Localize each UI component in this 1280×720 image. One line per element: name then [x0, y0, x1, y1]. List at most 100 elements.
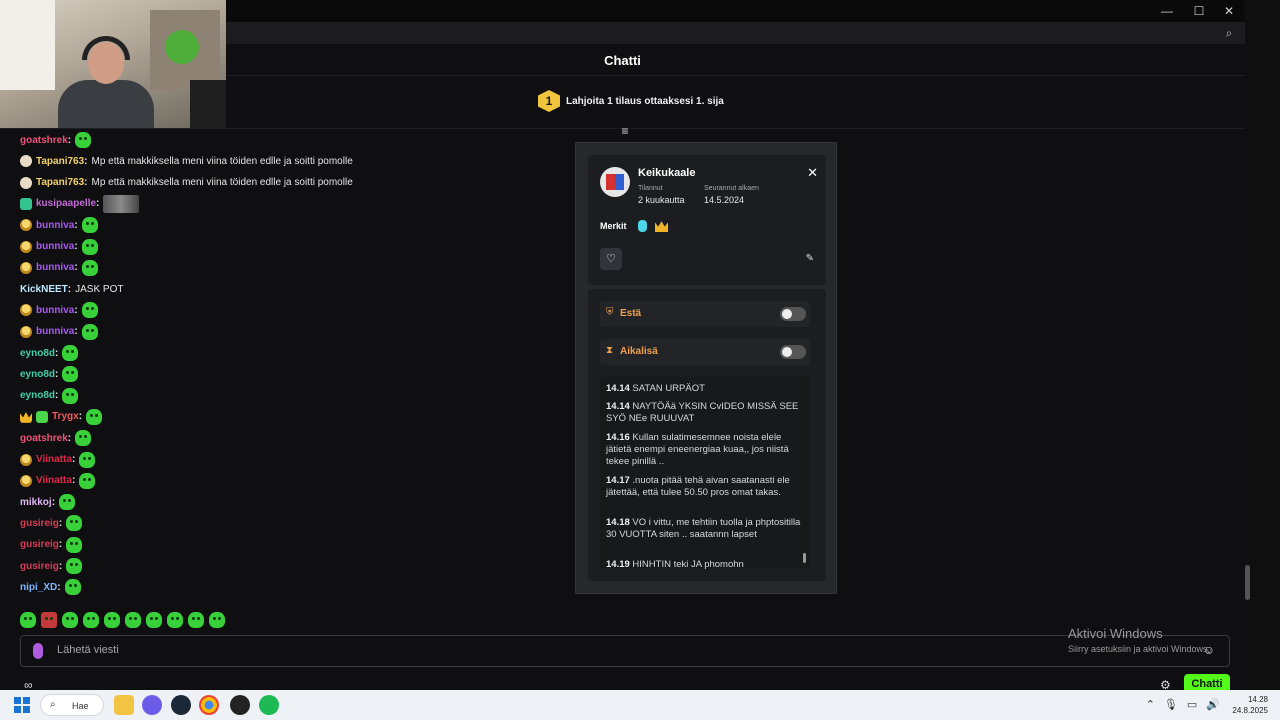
- emote-image[interactable]: [59, 494, 76, 511]
- microphone-tray-icon[interactable]: 🎙: [1164, 698, 1178, 711]
- emote-image[interactable]: [62, 387, 79, 404]
- emote-image[interactable]: [75, 430, 92, 447]
- emote-image[interactable]: [64, 579, 81, 596]
- chat-username[interactable]: eyno8d: [20, 348, 55, 359]
- block-toggle[interactable]: [780, 307, 806, 321]
- chat-username[interactable]: goatshrek: [20, 135, 68, 146]
- chat-username[interactable]: eyno8d: [20, 369, 55, 380]
- emote-button[interactable]: [125, 612, 141, 628]
- cup-badge-icon[interactable]: [20, 155, 32, 168]
- chat-username[interactable]: Viinatta: [36, 454, 72, 465]
- chat-username[interactable]: bunniva: [36, 326, 74, 337]
- chat-username[interactable]: eyno8d: [20, 390, 55, 401]
- log-time: 14.16: [606, 432, 630, 443]
- chat-username[interactable]: Viinatta: [36, 475, 72, 486]
- emote-image[interactable]: [75, 132, 92, 148]
- microphone-icon[interactable]: [33, 643, 43, 659]
- sub-badge-icon[interactable]: [20, 453, 32, 466]
- steam-icon[interactable]: [171, 695, 191, 715]
- file-explorer-icon[interactable]: [114, 695, 134, 715]
- emote-image[interactable]: [66, 536, 83, 553]
- log-scrollbar[interactable]: [803, 553, 806, 563]
- chevron-up-icon[interactable]: ⌃: [1146, 698, 1155, 711]
- chat-username[interactable]: Tapani763: [36, 156, 84, 167]
- sub-badge-icon[interactable]: [20, 304, 32, 317]
- page-scrollbar[interactable]: [1245, 565, 1250, 600]
- gift-badge-icon[interactable]: [20, 197, 32, 210]
- emote-button[interactable]: [188, 612, 204, 628]
- emote-button[interactable]: [167, 612, 183, 628]
- chat-input-placeholder[interactable]: Lähetä viesti: [57, 644, 119, 656]
- log-entry: 14.14 SATAN URPÄOT: [606, 383, 802, 395]
- chat-username[interactable]: KickNEET: [20, 284, 68, 295]
- emote-image[interactable]: [81, 217, 98, 234]
- emote-button[interactable]: [209, 612, 225, 628]
- emote-image[interactable]: [79, 472, 96, 489]
- chat-input-box[interactable]: Lähetä viesti ☺: [20, 635, 1230, 667]
- sub-badge-icon[interactable]: [20, 325, 32, 338]
- network-icon[interactable]: ▭: [1187, 698, 1197, 711]
- chat-separator: :: [51, 496, 56, 508]
- windows-start-icon[interactable]: [14, 697, 30, 713]
- close-icon[interactable]: ✕: [807, 165, 818, 181]
- mod-tools-icon[interactable]: ✎: [806, 253, 814, 264]
- emote-image[interactable]: [79, 451, 96, 468]
- emote-image[interactable]: [81, 259, 98, 276]
- crown-badge-icon[interactable]: [20, 412, 32, 423]
- chat-username[interactable]: gusireig: [20, 561, 59, 572]
- emote-button[interactable]: [62, 612, 78, 628]
- taskbar-search[interactable]: ⌕ Hae: [40, 694, 104, 716]
- sub-badge-icon[interactable]: [20, 240, 32, 253]
- chat-username[interactable]: Tapani763: [36, 177, 84, 188]
- close-window-button[interactable]: ✕: [1214, 3, 1244, 19]
- emote-image[interactable]: [86, 408, 103, 425]
- minimize-button[interactable]: —: [1152, 3, 1182, 19]
- emote-button[interactable]: [41, 612, 57, 628]
- clock[interactable]: 14.28 24.8.2025: [1232, 694, 1268, 716]
- chat-username[interactable]: nipi_XD: [20, 582, 57, 593]
- sub-badge-icon[interactable]: [20, 474, 32, 487]
- green-badge-icon[interactable]: [36, 410, 48, 423]
- heart-icon[interactable]: ♡: [600, 248, 622, 270]
- timeout-toggle[interactable]: [780, 345, 806, 359]
- emote-button[interactable]: [83, 612, 99, 628]
- emote-button[interactable]: [104, 612, 120, 628]
- zoom-icon[interactable]: ⌕: [1221, 25, 1237, 41]
- obs-icon[interactable]: [230, 695, 250, 715]
- chat-username[interactable]: Trygx: [52, 411, 79, 422]
- emote-image[interactable]: [66, 515, 83, 532]
- chat-username[interactable]: bunniva: [36, 305, 74, 316]
- emote-button[interactable]: [146, 612, 162, 628]
- sub-badge-icon[interactable]: [20, 219, 32, 232]
- emote-image[interactable]: [81, 323, 98, 340]
- pinned-expand-icon[interactable]: ≡: [618, 124, 632, 138]
- emote-button[interactable]: [20, 612, 36, 628]
- chat-image[interactable]: [103, 194, 140, 213]
- chat-username[interactable]: gusireig: [20, 518, 59, 529]
- chat-username[interactable]: gusireig: [20, 539, 59, 550]
- sub-badge-icon[interactable]: [20, 261, 32, 274]
- emote-image[interactable]: [62, 345, 79, 361]
- volume-icon[interactable]: 🔊: [1206, 698, 1220, 711]
- chat-username[interactable]: mikkoj: [20, 497, 52, 508]
- maximize-button[interactable]: ☐: [1184, 3, 1214, 19]
- timeout-row[interactable]: ⧗ Aikalisä: [600, 339, 810, 365]
- chat-username[interactable]: bunniva: [36, 241, 74, 252]
- chat-username[interactable]: kusipaapelle: [36, 198, 96, 209]
- chat-username[interactable]: goatshrek: [20, 433, 68, 444]
- emote-image[interactable]: [81, 302, 98, 319]
- username[interactable]: Keikukaale: [638, 167, 695, 179]
- chrome-icon[interactable]: [199, 695, 219, 715]
- spotify-icon[interactable]: [259, 695, 279, 715]
- chat-username[interactable]: bunniva: [36, 262, 74, 273]
- block-row[interactable]: ⛨ Estä: [600, 301, 810, 327]
- log-entry: 14.18 VO i vittu, me tehtiin tuolla ja p…: [606, 517, 802, 541]
- discord-icon[interactable]: [142, 695, 162, 715]
- chat-separator: :: [67, 134, 72, 146]
- emote-image[interactable]: [62, 366, 79, 383]
- emote-image[interactable]: [81, 238, 98, 255]
- emote-image[interactable]: [66, 558, 83, 574]
- cup-badge-icon[interactable]: [20, 176, 32, 189]
- chat-message: Viinatta:: [20, 450, 96, 470]
- chat-username[interactable]: bunniva: [36, 220, 74, 231]
